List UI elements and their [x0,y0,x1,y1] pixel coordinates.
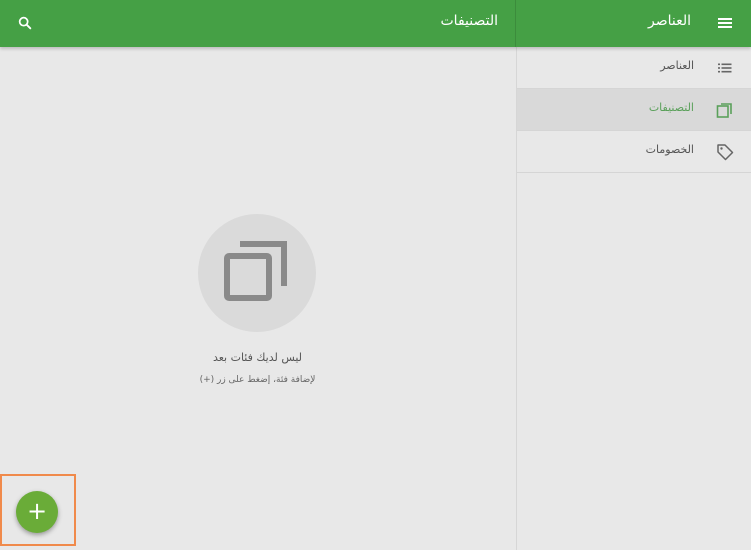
empty-state-title: ليس لديك فئات بعد [212,351,303,364]
sidebar-item-discounts[interactable]: الخصومات [517,131,751,173]
sidebar-item-items[interactable]: العناصر [517,47,751,89]
sidebar-item-label: الخصومات [645,143,694,156]
sidebar-item-categories[interactable]: التصنيفات [517,89,751,131]
search-button[interactable] [15,13,35,33]
app-title: العناصر [647,13,691,29]
navigation-drawer: العناصر التصنيفات الخصومات [516,47,751,550]
categories-icon [224,241,287,301]
main-content: ليس لديك فئات بعد لإضافة فئة، إضغط على ز… [0,47,515,550]
page-title: التصنيفات [440,13,499,29]
hamburger-menu-icon [718,18,732,28]
add-icon: + [26,497,48,525]
sidebar-item-label: التصنيفات [648,101,694,114]
add-category-button[interactable]: + [16,491,58,533]
list-icon [716,59,734,77]
search-icon [18,16,32,30]
categories-icon [716,101,734,119]
menu-button[interactable] [716,14,734,32]
tag-icon [716,143,734,161]
topbar-divider [515,0,516,47]
empty-state-subtitle: لإضافة فئة، إضغط على زر (+) [199,375,316,385]
sidebar-item-label: العناصر [660,59,694,72]
top-app-bar: التصنيفات العناصر [0,0,751,47]
empty-state-illustration [198,214,316,332]
